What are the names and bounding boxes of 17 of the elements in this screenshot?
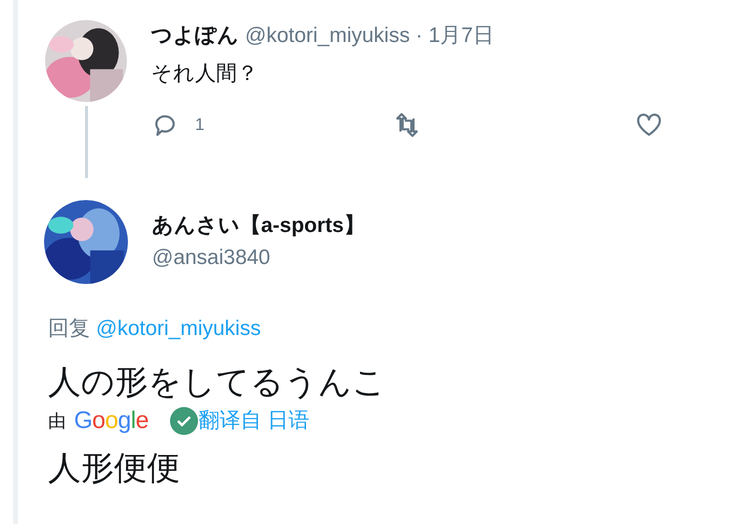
tweet-text: それ人間？ (151, 61, 259, 87)
tweet-text: 人の形をしてるうんこ (47, 362, 387, 402)
reply-button[interactable]: 1 (151, 112, 204, 138)
like-icon (635, 112, 663, 138)
translation-link[interactable]: 翻译自 日语 (198, 405, 310, 437)
display-name: つよぽん (151, 23, 239, 49)
username: @ansai3840 (152, 245, 272, 271)
google-logo: Google (74, 406, 148, 436)
display-name: あんさい【a-sports】 (152, 213, 365, 239)
tweet-meta: @kotori_miyukiss · 1月7日 (245, 23, 494, 49)
translated-text: 人形便便 (47, 448, 181, 488)
reply-label: 回复 (48, 316, 90, 342)
mention-link[interactable]: @kotori_miyukiss (96, 314, 261, 344)
like-button[interactable] (635, 112, 663, 138)
retweet-button[interactable] (393, 112, 421, 138)
translation-by: 由 (48, 410, 66, 432)
retweet-icon (393, 112, 421, 138)
